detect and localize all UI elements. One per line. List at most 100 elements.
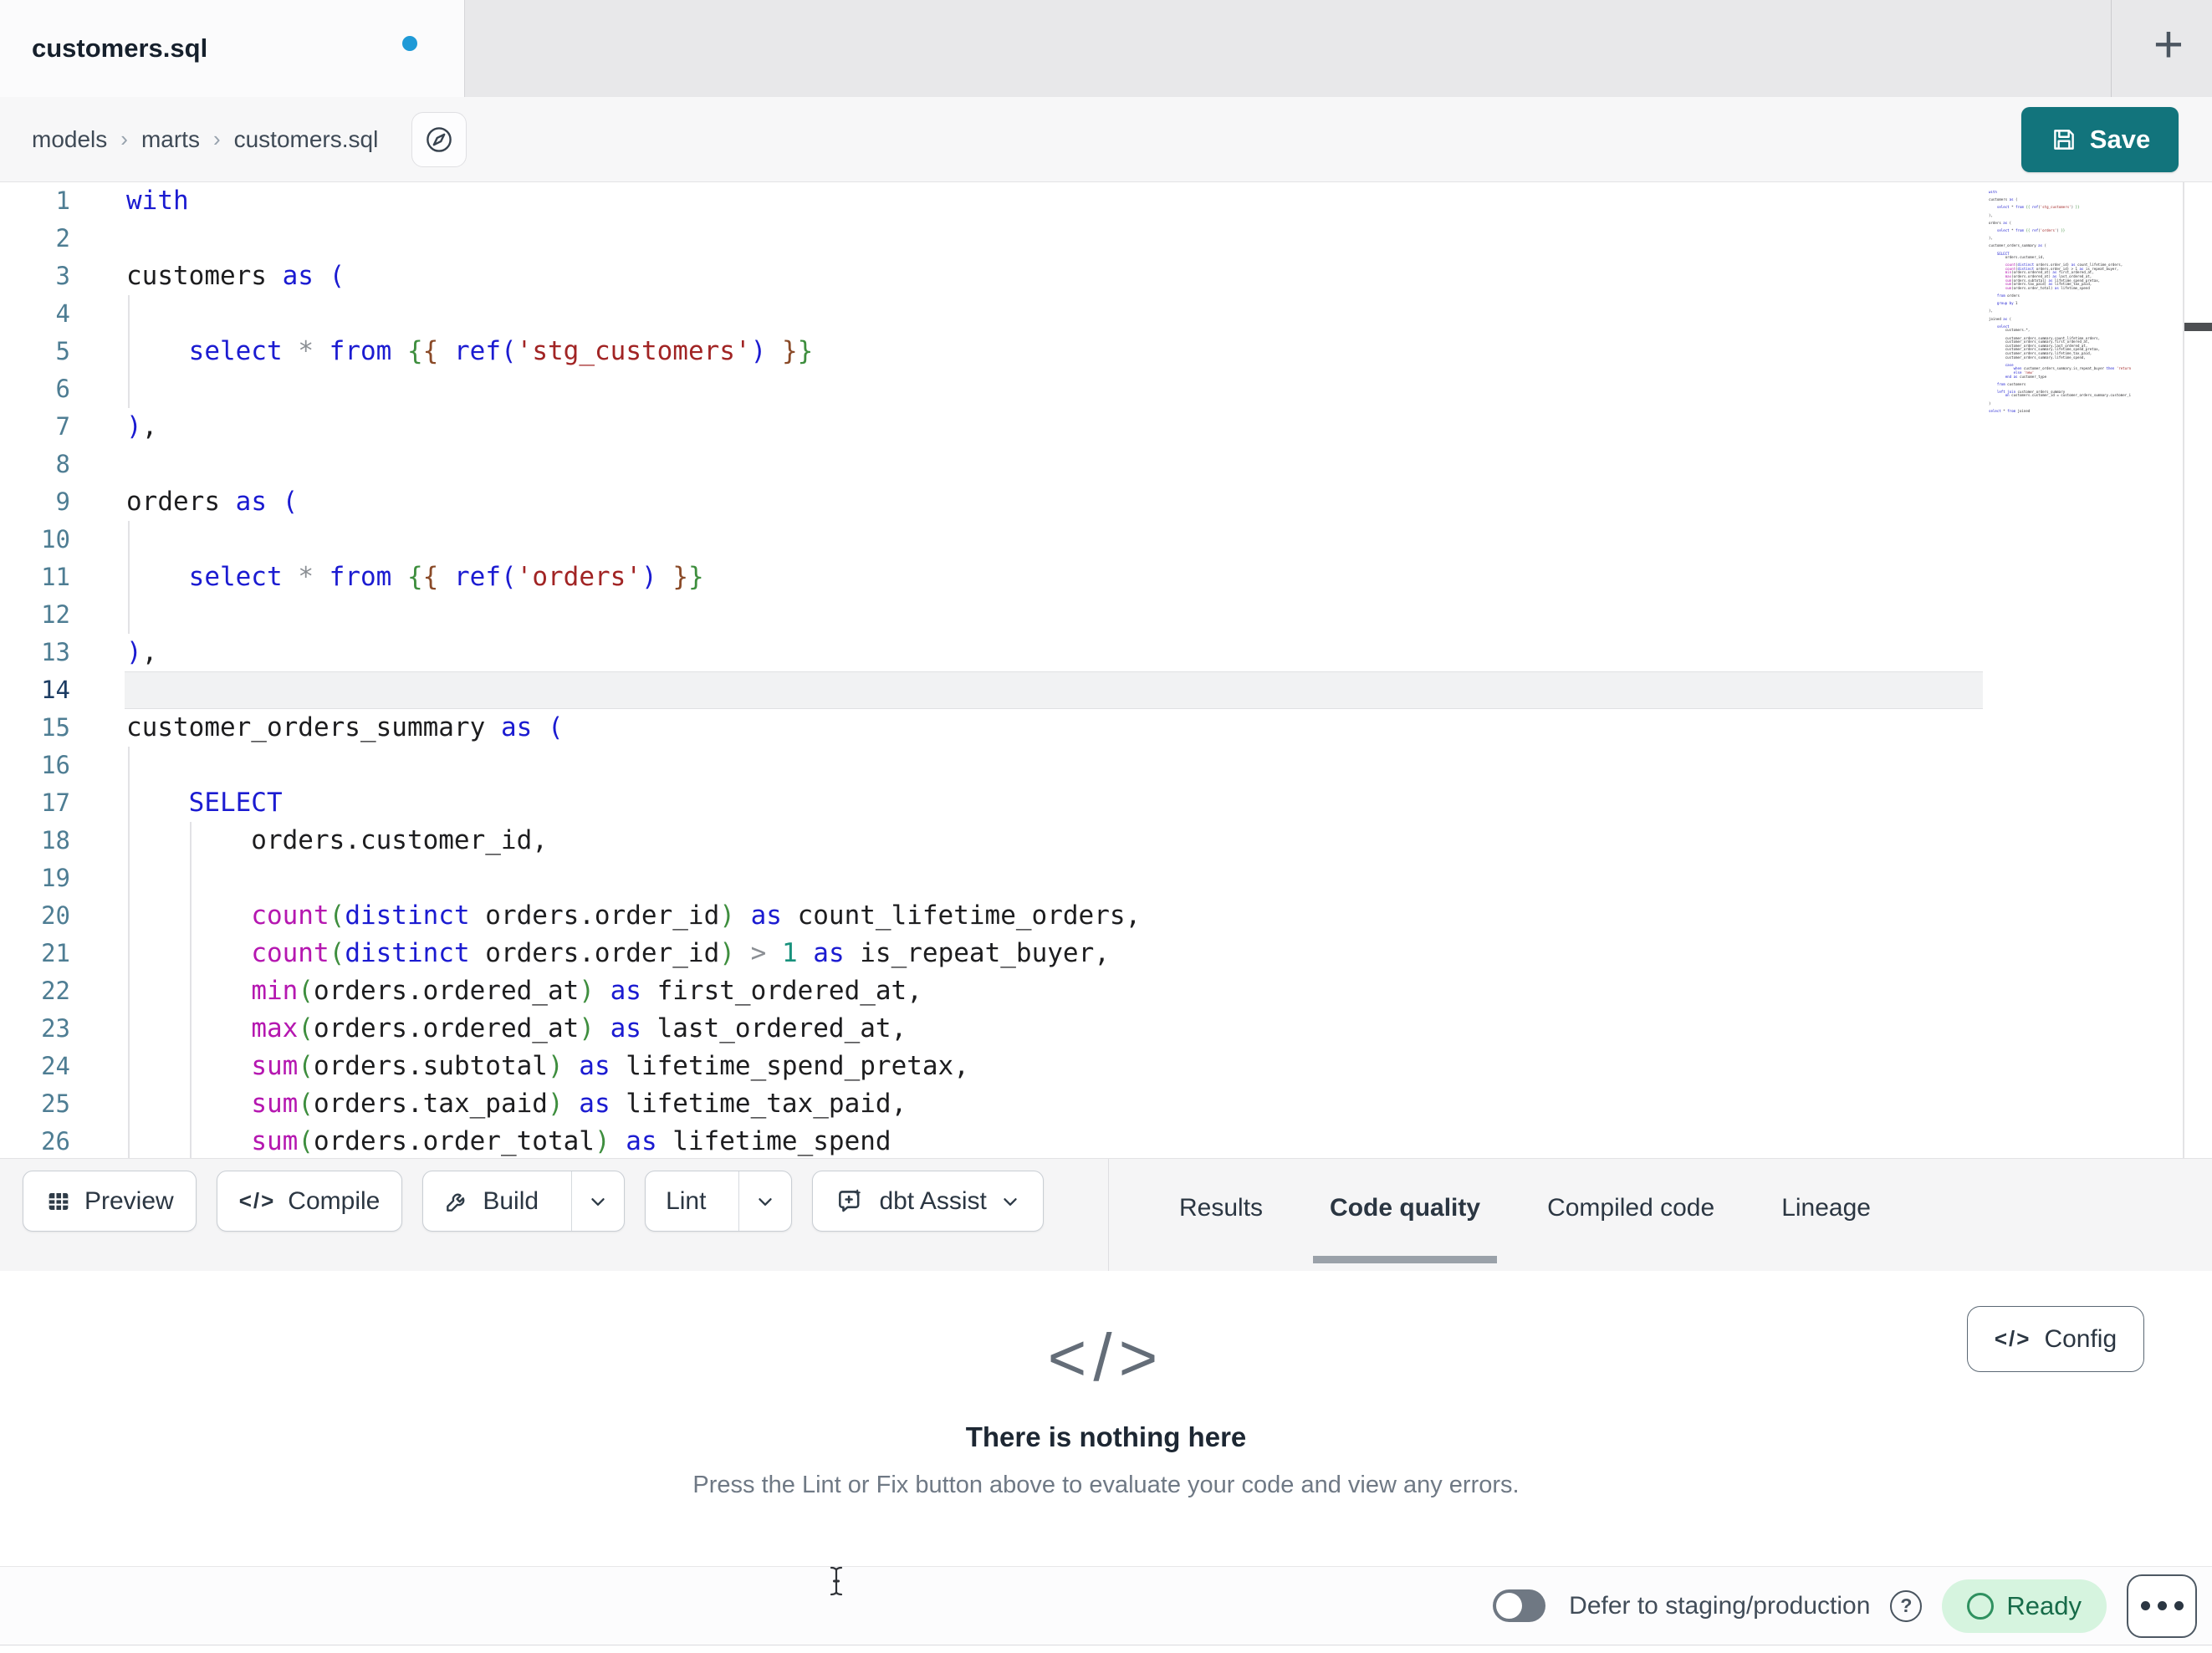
code-line-17[interactable]: 17 SELECT — [0, 784, 2212, 822]
lint-dropdown-button[interactable] — [738, 1171, 791, 1231]
tabbar-divider — [2111, 0, 2112, 97]
code-line-20[interactable]: 20 count(distinct orders.order_id) as co… — [0, 897, 2212, 935]
status-bar-right: Defer to staging/production ? Ready — [1493, 1567, 2197, 1645]
new-tab-button[interactable]: + — [2125, 0, 2212, 97]
line-number: 20 — [41, 901, 70, 930]
code-line-4[interactable]: 4 — [0, 295, 2212, 333]
line-number: 15 — [41, 713, 70, 742]
code-line-16[interactable]: 16 — [0, 747, 2212, 784]
line-number: 22 — [41, 977, 70, 1005]
assist-chat-sparkle-icon — [835, 1186, 866, 1217]
code-line-1[interactable]: 1 with — [0, 182, 2212, 220]
code-line-10[interactable]: 10 — [0, 521, 2212, 559]
code-text: sum(orders.tax_paid) as lifetime_tax_pai… — [251, 1089, 907, 1119]
save-label: Save — [2089, 125, 2151, 154]
code-text: sum(orders.subtotal) as lifetime_spend_p… — [251, 1051, 969, 1081]
code-line-3[interactable]: 3 customers as ( — [0, 258, 2212, 295]
line-number: 23 — [41, 1014, 70, 1043]
line-number: 18 — [41, 826, 70, 855]
code-line-14[interactable]: 14 — [0, 671, 2212, 709]
build-dropdown-button[interactable] — [571, 1171, 624, 1231]
code-line-7[interactable]: 7), — [0, 408, 2212, 446]
code-text: orders.customer_id, — [126, 825, 548, 855]
editor-scrollbar-thumb[interactable] — [2184, 323, 2212, 331]
code-line-25[interactable]: 25 sum(orders.tax_paid) as lifetime_tax_… — [0, 1085, 2212, 1123]
line-number: 24 — [41, 1052, 70, 1080]
code-line-24[interactable]: 24 sum(orders.subtotal) as lifetime_spen… — [0, 1048, 2212, 1085]
toggle-knob — [1496, 1593, 1523, 1619]
line-number: 25 — [41, 1089, 70, 1118]
code-icon: </> — [238, 1188, 276, 1213]
active-line-highlight — [125, 671, 1983, 709]
code-text: max(orders.ordered_at) as last_ordered_a… — [251, 1013, 907, 1043]
indent-guide — [128, 860, 130, 897]
code-line-8[interactable]: 8 — [0, 446, 2212, 483]
line-number: 6 — [55, 375, 70, 403]
build-button[interactable]: Build — [423, 1171, 559, 1231]
code-text: customers as ( — [126, 261, 345, 291]
line-number: 17 — [41, 788, 70, 817]
panel-tab-code-quality[interactable]: Code quality — [1313, 1159, 1498, 1272]
compile-button[interactable]: </> Compile — [216, 1171, 403, 1232]
save-icon — [2050, 125, 2078, 154]
code-line-5[interactable]: 5 select * from {{ ref('stg_customers') … — [0, 333, 2212, 370]
lint-button[interactable]: Lint — [646, 1171, 726, 1231]
code-line-18[interactable]: 18 orders.customer_id, — [0, 822, 2212, 860]
indent-guide — [128, 596, 130, 634]
more-options-button[interactable] — [2127, 1574, 2197, 1638]
chevron-down-icon — [999, 1191, 1021, 1212]
code-line-26[interactable]: 26 sum(orders.order_total) as lifetime_s… — [0, 1123, 2212, 1158]
line-number: 3 — [55, 262, 70, 290]
code-line-9[interactable]: 9 orders as ( — [0, 483, 2212, 521]
defer-toggle[interactable] — [1493, 1589, 1546, 1622]
dbt-assist-button[interactable]: dbt Assist — [812, 1171, 1044, 1232]
chevron-down-icon — [587, 1191, 609, 1212]
code-line-19[interactable]: 19 — [0, 860, 2212, 897]
code-text: select * from {{ ref('stg_customers') }} — [188, 336, 814, 366]
code-line-21[interactable]: 21 count(distinct orders.order_id) > 1 a… — [0, 935, 2212, 972]
table-icon — [45, 1188, 72, 1215]
empty-state-subtitle: Press the Lint or Fix button above to ev… — [692, 1472, 1520, 1498]
panel-tab-lineage[interactable]: Lineage — [1765, 1159, 1888, 1272]
lint-label: Lint — [666, 1186, 707, 1215]
preview-button[interactable]: Preview — [23, 1171, 197, 1232]
compass-icon — [423, 124, 455, 156]
code-line-11[interactable]: 11 select * from {{ ref('orders') }} — [0, 559, 2212, 596]
breadcrumb-item-customers-sql[interactable]: customers.sql — [234, 126, 379, 153]
panel-tab-results[interactable]: Results — [1162, 1159, 1280, 1272]
minimap[interactable]: with customers as ( select * from {{ ref… — [1989, 191, 2131, 441]
line-number: 4 — [55, 299, 70, 328]
panel-tab-compiled-code[interactable]: Compiled code — [1530, 1159, 1731, 1272]
status-badge[interactable]: Ready — [1942, 1579, 2107, 1633]
code-line-12[interactable]: 12 — [0, 596, 2212, 634]
line-number: 14 — [41, 676, 70, 704]
code-line-2[interactable]: 2 — [0, 220, 2212, 258]
indent-guide — [128, 747, 130, 784]
build-label: Build — [483, 1186, 539, 1215]
tab-customers-sql[interactable]: customers.sql — [0, 0, 465, 97]
line-number: 11 — [41, 563, 70, 591]
code-line-13[interactable]: 13), — [0, 634, 2212, 671]
code-line-23[interactable]: 23 max(orders.ordered_at) as last_ordere… — [0, 1010, 2212, 1048]
code-editor[interactable]: 1 with 2 3 customers as (4 5 select * from {{… — [0, 182, 2212, 1158]
line-number: 10 — [41, 525, 70, 554]
indent-guide — [128, 295, 130, 333]
code-line-22[interactable]: 22 min(orders.ordered_at) as first_order… — [0, 972, 2212, 1010]
empty-state-title: There is nothing here — [965, 1421, 1247, 1452]
help-icon[interactable]: ? — [1890, 1589, 1923, 1622]
code-line-6[interactable]: 6 — [0, 370, 2212, 408]
breadcrumb-item-models[interactable]: models — [32, 126, 107, 153]
line-number: 12 — [41, 600, 70, 629]
breadcrumb-item-marts[interactable]: marts — [141, 126, 200, 153]
explore-lineage-button[interactable] — [411, 112, 467, 167]
code-text: min(orders.ordered_at) as first_ordered_… — [251, 976, 922, 1006]
save-button[interactable]: Save — [2021, 107, 2179, 172]
code-text: count(distinct orders.order_id) as count… — [251, 900, 1142, 931]
code-text: ), — [126, 637, 158, 667]
lint-split-button: Lint — [645, 1171, 793, 1232]
editor-tab-bar: customers.sql + — [0, 0, 2212, 97]
line-number: 8 — [55, 450, 70, 478]
wrench-icon — [443, 1188, 470, 1215]
code-line-15[interactable]: 15 customer_orders_summary as ( — [0, 709, 2212, 747]
code-brackets-icon: </> — [1047, 1320, 1165, 1395]
